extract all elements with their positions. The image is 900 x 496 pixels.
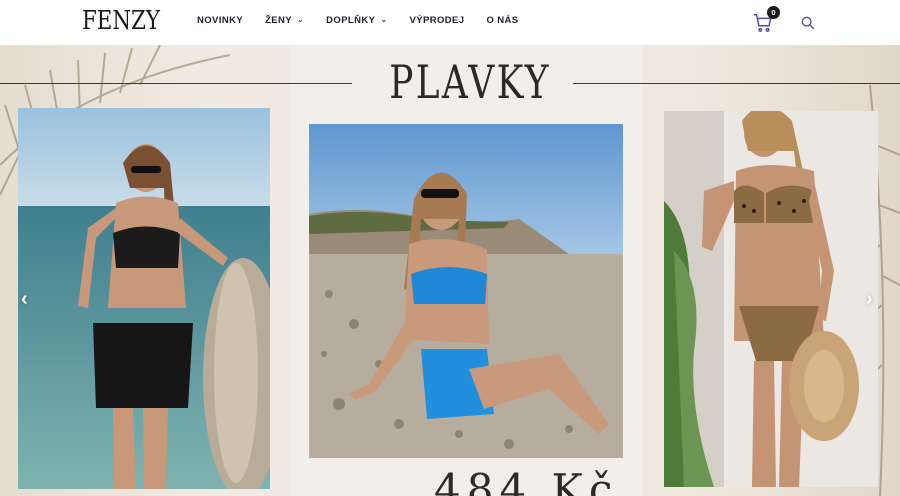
nav-item-novinky[interactable]: NOVINKY [197,15,243,26]
divider-line [0,83,352,84]
cart-count-badge: 0 [767,6,780,19]
nav-item-vyprodej[interactable]: VÝPRODEJ [410,15,465,26]
hero-title: PLAVKY [389,55,551,109]
product-photo-blue-bikini[interactable] [309,124,623,458]
product-photo-leopard-bikini[interactable] [664,111,878,487]
carousel-prev-arrow[interactable]: ‹ [21,288,28,311]
hero-banner: PLAVKY ‹ › 484 Kč [0,45,900,496]
divider-line [573,83,900,84]
hero-price: 484 Kč [434,465,619,496]
product-photo-black-bikini[interactable] [18,108,270,489]
nav-item-o-nas[interactable]: O NÁS [486,15,518,26]
chevron-down-icon: ⌄ [380,15,388,24]
chevron-down-icon: ⌄ [297,15,305,24]
search-icon[interactable] [800,15,816,31]
main-nav: NOVINKY ŽENY ⌄ DOPLŇKY ⌄ VÝPRODEJ O NÁS [197,15,541,26]
brand-logo[interactable]: FENZY [82,6,160,36]
nav-item-doplnky[interactable]: DOPLŇKY ⌄ [326,15,387,26]
nav-item-zeny[interactable]: ŽENY ⌄ [265,15,304,26]
carousel-next-arrow[interactable]: › [866,288,873,311]
site-header: FENZY NOVINKY ŽENY ⌄ DOPLŇKY ⌄ VÝPRODEJ O … [0,0,900,45]
